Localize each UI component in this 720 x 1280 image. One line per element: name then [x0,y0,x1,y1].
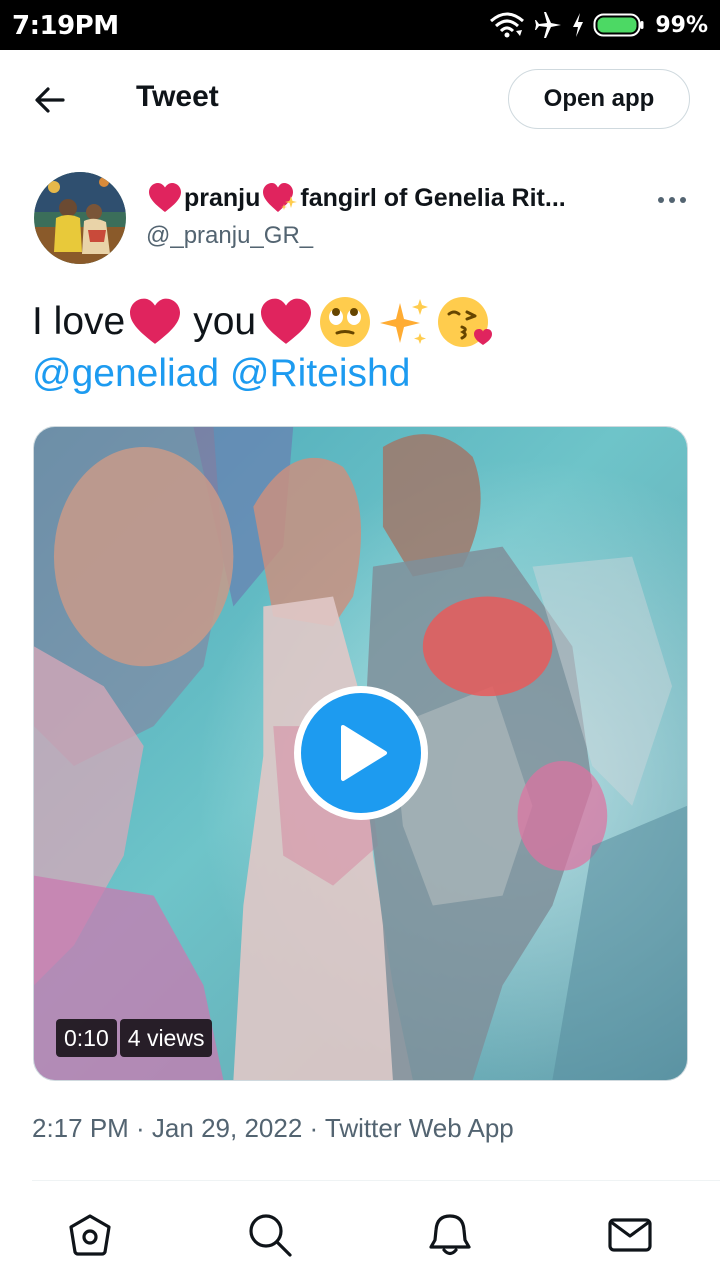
more-dots-icon [658,197,686,203]
bottom-nav [0,1181,720,1280]
red-heart-emoji [261,298,312,344]
open-app-button[interactable]: Open app [508,69,690,129]
red-heart-emoji [130,298,181,344]
notifications-icon [429,1214,471,1256]
top-bar: Tweet Open app [0,50,720,146]
nav-messages[interactable] [606,1211,654,1259]
nav-notifications[interactable] [426,1211,474,1259]
nav-home[interactable] [66,1211,114,1259]
messages-icon [608,1218,652,1252]
play-icon [341,725,387,781]
page-title: Tweet [136,80,219,113]
timestamp-text[interactable]: 2:17 PM · Jan 29, 2022 · [32,1113,325,1143]
tweet-text-word2: you [193,300,257,343]
author-name-part2: fangirl of Genelia Rit... [300,183,566,212]
video-player[interactable]: 0:10 4 views [33,426,688,1081]
battery-percent: 99% [655,12,708,38]
battery-icon [593,13,644,37]
arrow-left-icon [35,87,65,113]
back-button[interactable] [22,78,78,122]
sparkling-heart-emoji [263,183,298,212]
red-heart-emoji [149,183,181,212]
search-icon [249,1214,292,1257]
nav-search[interactable] [246,1211,294,1259]
video-meta: 0:10 4 views [56,1019,213,1057]
author-handle[interactable]: @_pranju_GR_ [146,222,313,250]
status-time: 7:19PM [12,11,119,41]
charging-icon [573,13,584,37]
play-button[interactable] [294,686,428,820]
video-views: 4 views [119,1019,213,1057]
mention-riteishd[interactable]: @Riteishd [230,352,411,395]
tweet-timestamp: 2:17 PM · Jan 29, 2022 · Twitter Web App [32,1113,514,1144]
status-icons: 99% [489,8,708,42]
tweet-mentions: @geneliad @Riteishd [32,352,410,396]
tweet-text-word1: I love [32,300,126,343]
more-options-button[interactable] [650,186,694,214]
avatar[interactable] [34,172,126,264]
author-name[interactable]: pranju fangirl of Genelia Rit... [146,182,626,214]
wifi-icon [490,12,525,38]
tweet-text: I love you [32,294,496,350]
video-duration: 0:10 [56,1019,117,1057]
author-name-part1: pranju [184,183,261,212]
face-blowing-kiss-emoji [438,297,493,347]
face-with-rolling-eyes-emoji [320,297,371,347]
status-bar: 7:19PM 99% [0,0,720,50]
home-icon [69,1214,111,1256]
tweet-source[interactable]: Twitter Web App [325,1113,514,1143]
mention-geneliad[interactable]: @geneliad [32,352,219,395]
sparkles-emoji [380,299,429,344]
airplane-mode-icon [535,12,562,38]
